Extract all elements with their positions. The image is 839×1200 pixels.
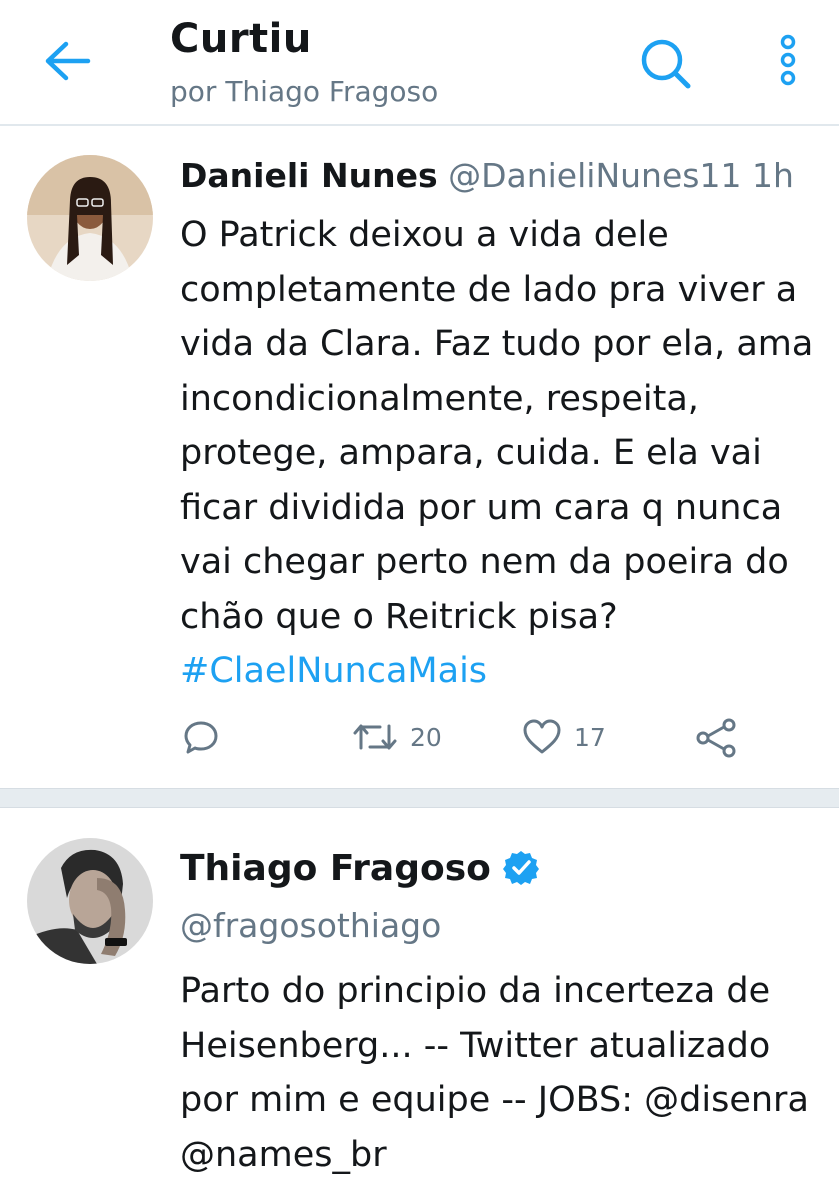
tweet[interactable]: Danieli Nunes @DanieliNunes11 1h O Patri…: [0, 128, 839, 788]
share-button[interactable]: [694, 718, 738, 758]
hashtag-link[interactable]: #ClaelNuncaMais: [180, 644, 820, 699]
author-handle[interactable]: @DanieliNunes11: [448, 156, 741, 195]
tweet-time: 1h: [751, 156, 794, 195]
tweet-text: O Patrick deixou a vida dele completamen…: [180, 215, 814, 637]
retweet-count: 20: [410, 722, 442, 752]
reply-button[interactable]: [182, 718, 220, 756]
share-icon: [694, 718, 738, 758]
like-button[interactable]: 17: [522, 718, 606, 756]
more-vertical-icon[interactable]: [770, 34, 806, 90]
retweet-icon: [352, 718, 398, 756]
profile-handle[interactable]: @fragosothiago: [180, 906, 441, 945]
page-subtitle: por Thiago Fragoso: [170, 75, 439, 108]
heart-icon: [522, 718, 562, 756]
like-count: 17: [574, 722, 606, 752]
verified-badge-icon: [502, 849, 539, 889]
user-profile-card[interactable]: Thiago Fragoso @fragosothiago Parto do p…: [0, 808, 839, 1200]
profile-name[interactable]: Thiago Fragoso: [180, 848, 491, 889]
page-title: Curtiu: [170, 16, 312, 62]
back-arrow-icon[interactable]: [40, 38, 92, 84]
reply-icon: [182, 718, 220, 756]
avatar[interactable]: [27, 838, 153, 964]
search-icon[interactable]: [638, 36, 694, 92]
tweet-text-block: O Patrick deixou a vida dele completamen…: [180, 208, 820, 699]
profile-name-row: Thiago Fragoso: [180, 848, 539, 889]
retweet-button[interactable]: 20: [352, 718, 442, 756]
profile-bio: Parto do principio da incerteza de Heise…: [180, 971, 809, 1175]
avatar[interactable]: [27, 155, 153, 281]
tweet-actions: 20 17: [180, 718, 780, 762]
top-bar: Curtiu por Thiago Fragoso: [0, 0, 839, 126]
author-name[interactable]: Danieli Nunes: [180, 156, 438, 195]
tweet-author-row: Danieli Nunes @DanieliNunes11 1h: [180, 156, 794, 195]
section-divider: [0, 788, 839, 808]
